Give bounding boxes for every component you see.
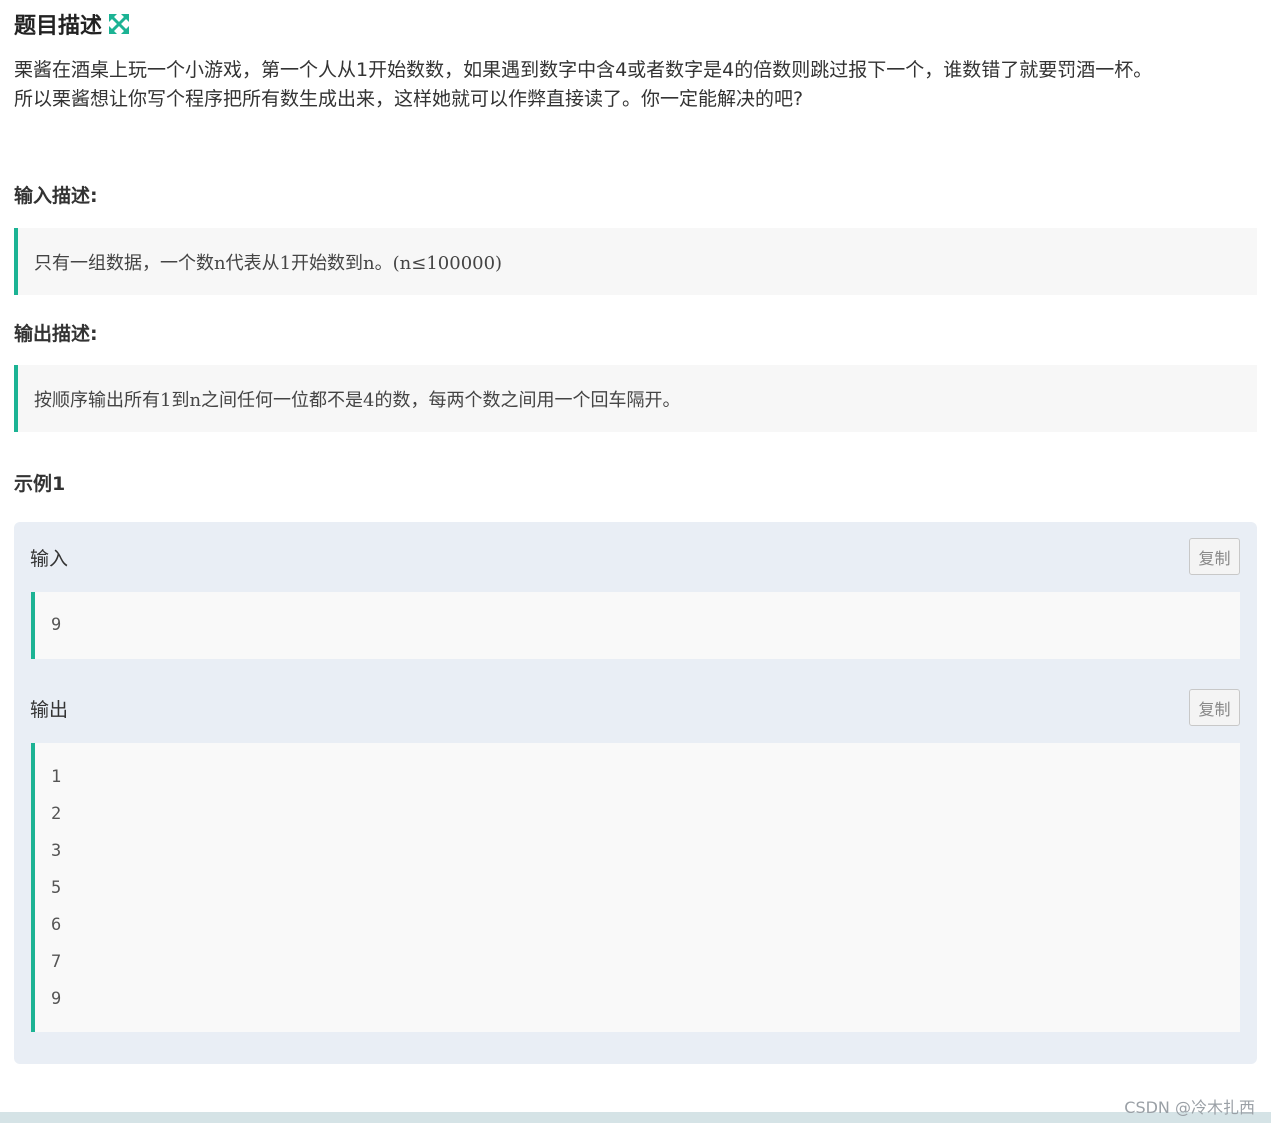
input-description-text: 只有一组数据，一个数n代表从1开始数到n。(n≤100000) xyxy=(34,252,503,274)
input-description-heading: 输入描述: xyxy=(14,185,98,207)
title-row: 题目描述 xyxy=(14,8,130,40)
example-output-code[interactable]: 1 2 3 5 6 7 9 xyxy=(31,743,1240,1032)
problem-description: 栗酱在酒桌上玩一个小游戏，第一个人从1开始数数，如果遇到数字中含4或者数字是4的… xyxy=(14,56,1244,114)
example-input-label: 输入 xyxy=(30,548,69,570)
description-line: 栗酱在酒桌上玩一个小游戏，第一个人从1开始数数，如果遇到数字中含4或者数字是4的… xyxy=(14,59,1153,81)
output-description-block: 按顺序输出所有1到n之间任何一位都不是4的数，每两个数之间用一个回车隔开。 xyxy=(14,365,1257,432)
code-line: 6 xyxy=(51,915,62,935)
description-line: 所以栗酱想让你写个程序把所有数生成出来，这样她就可以作弊直接读了。你一定能解决的… xyxy=(14,88,804,110)
code-line: 9 xyxy=(51,989,62,1009)
expand-arrows-icon[interactable] xyxy=(108,13,130,35)
output-description-heading: 输出描述: xyxy=(14,323,98,345)
code-line: 1 xyxy=(51,767,62,787)
code-line: 2 xyxy=(51,804,62,824)
copy-input-button[interactable]: 复制 xyxy=(1189,538,1240,575)
example-input-code[interactable]: 9 xyxy=(31,592,1240,659)
example-heading: 示例1 xyxy=(14,473,66,495)
code-line: 5 xyxy=(51,878,62,898)
copy-output-button[interactable]: 复制 xyxy=(1189,689,1240,726)
code-line: 7 xyxy=(51,952,62,972)
page-title: 题目描述 xyxy=(14,14,103,39)
example-output-label: 输出 xyxy=(30,699,69,721)
bottom-bar xyxy=(0,1112,1271,1123)
code-line: 9 xyxy=(51,615,62,635)
watermark: CSDN @冷木扎西 xyxy=(1124,1098,1255,1117)
output-description-text: 按顺序输出所有1到n之间任何一位都不是4的数，每两个数之间用一个回车隔开。 xyxy=(34,389,681,411)
problem-page: 题目描述 栗酱在酒桌上玩一个小游戏，第一个人从1开始数数，如果遇到数字中含4或者… xyxy=(0,0,1271,1123)
input-description-block: 只有一组数据，一个数n代表从1开始数到n。(n≤100000) xyxy=(14,228,1257,295)
example-panel: 输入 复制 9 输出 复制 1 2 3 5 6 7 9 xyxy=(14,522,1257,1064)
code-line: 3 xyxy=(51,841,62,861)
